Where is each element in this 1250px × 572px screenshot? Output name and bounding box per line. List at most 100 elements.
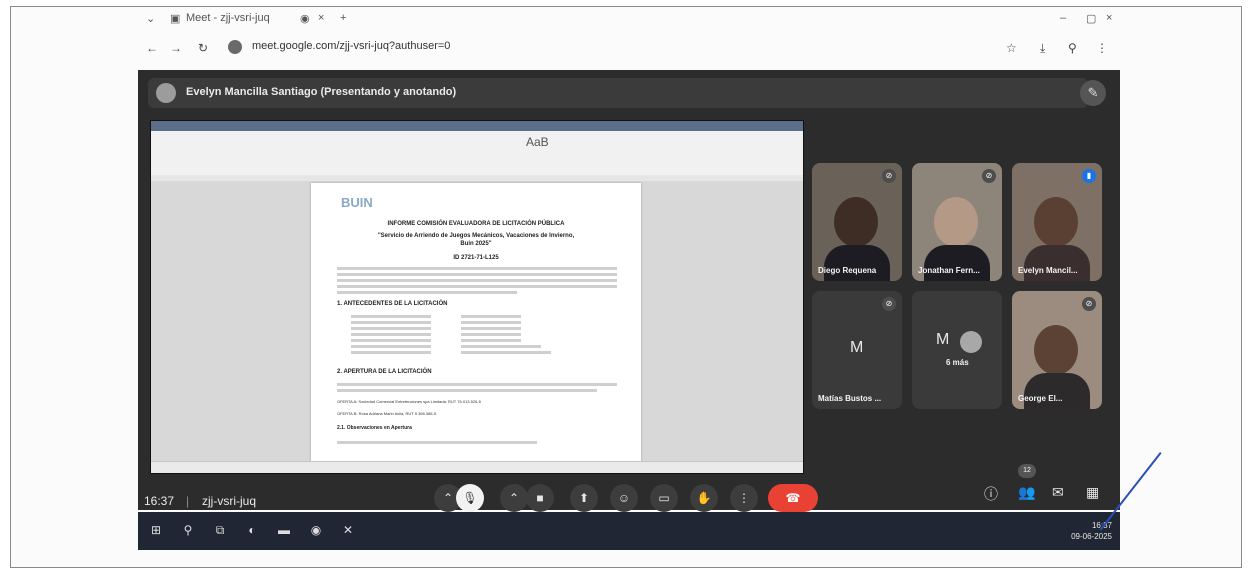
- document-logo: BUIN: [341, 195, 373, 210]
- participant-tile[interactable]: M 6 más: [912, 291, 1002, 409]
- mic-muted-icon: ⊘: [1082, 297, 1096, 311]
- raise-hand-button[interactable]: ✋: [690, 484, 718, 512]
- site-info-icon[interactable]: [228, 40, 242, 54]
- table-label-line: [351, 333, 431, 336]
- table-label-line: [351, 327, 431, 330]
- section-2-heading: 2. APERTURA DE LA LICITACIÓN: [337, 369, 432, 375]
- table-value-line: [461, 345, 541, 348]
- clock-date: 09-06-2025: [1071, 532, 1112, 541]
- windows-taskbar: ⊞ ⚲ ⧉ ◐ ▬ ◉ ✕ 16:37 09-06-2025: [138, 512, 1120, 550]
- leave-call-button[interactable]: ☎: [768, 484, 818, 512]
- tab-close-icon[interactable]: ×: [318, 12, 324, 24]
- shared-screen: AaB BUIN INFORME COMISIÓN EVALUADORA DE …: [150, 120, 804, 474]
- minimize-icon[interactable]: –: [1060, 12, 1066, 24]
- excel-icon[interactable]: ✕: [340, 522, 356, 538]
- more-options-button[interactable]: ⋮: [730, 484, 758, 512]
- speaking-indicator-icon: ▮: [1082, 169, 1096, 183]
- video-options-icon[interactable]: ⌃: [500, 484, 528, 512]
- maximize-icon[interactable]: ▢: [1086, 12, 1096, 25]
- presenter-avatar: [156, 83, 176, 103]
- paragraph-line: [337, 441, 537, 444]
- paragraph-line: [337, 383, 617, 386]
- table-value-line: [461, 333, 521, 336]
- participant-name: Jonathan Fern...: [918, 266, 980, 275]
- paragraph-line: [337, 291, 517, 294]
- download-icon[interactable]: ⤓: [1040, 41, 1045, 56]
- participant-initial: M: [850, 339, 864, 356]
- meet-favicon-icon: ▣: [170, 13, 181, 25]
- paragraph-line: [337, 279, 617, 282]
- paragraph-line: [337, 285, 617, 288]
- participant-name: George El...: [1018, 394, 1063, 403]
- chat-icon[interactable]: ✉: [1052, 484, 1064, 501]
- word-titlebar: [151, 121, 803, 131]
- table-label-line: [351, 315, 431, 318]
- participant-body: [924, 245, 990, 281]
- presenter-bar: Evelyn Mancilla Santiago (Presentando y …: [148, 78, 1088, 108]
- tile-background: [912, 291, 1002, 409]
- table-label-line: [351, 351, 431, 354]
- tab-dropdown-icon[interactable]: ⌄: [146, 12, 155, 25]
- task-view-icon[interactable]: ⧉: [212, 522, 228, 538]
- edge-browser-icon[interactable]: ◐: [244, 522, 260, 538]
- participant-tile[interactable]: ⊘ George El...: [1012, 291, 1102, 409]
- captions-button[interactable]: ▭: [650, 484, 678, 512]
- paragraph-line: [337, 273, 617, 276]
- new-tab-icon[interactable]: +: [340, 12, 346, 24]
- participant-video: [834, 197, 878, 247]
- forward-icon[interactable]: →: [170, 41, 182, 55]
- document-title: INFORME COMISIÓN EVALUADORA DE LICITACIÓ…: [387, 221, 565, 227]
- emoji-reactions-button[interactable]: ☺: [610, 484, 638, 512]
- participant-tile[interactable]: ⊘ Jonathan Fern...: [912, 163, 1002, 281]
- bookmark-star-icon[interactable]: ☆: [1006, 41, 1017, 55]
- people-icon[interactable]: 👥: [1018, 484, 1035, 501]
- windows-start-icon[interactable]: ⊞: [148, 522, 164, 538]
- participant-body: [824, 245, 890, 281]
- participant-tile[interactable]: M ⊘ Matías Bustos ...: [812, 291, 902, 409]
- meeting-info-icon[interactable]: ⓘ: [984, 484, 998, 504]
- offer-a: OFERTA A: Sociedad Comercial Entretencio…: [337, 399, 481, 404]
- paragraph-line: [337, 267, 617, 270]
- table-value-line: [461, 315, 521, 318]
- mic-muted-icon: ⊘: [982, 169, 996, 183]
- tab-title[interactable]: Meet - zjj-vsri-juq: [186, 12, 270, 24]
- extensions-icon[interactable]: ⚲: [1068, 41, 1077, 55]
- chrome-icon[interactable]: ◉: [308, 522, 324, 538]
- table-value-line: [461, 321, 521, 324]
- url-field[interactable]: meet.google.com/zjj-vsri-juq?authuser=0: [252, 40, 450, 52]
- back-icon[interactable]: ←: [146, 41, 158, 55]
- mic-muted-icon: ⊘: [882, 169, 896, 183]
- meeting-time: 16:37: [144, 494, 175, 508]
- participant-video: [1034, 325, 1078, 375]
- close-window-icon[interactable]: ×: [1106, 12, 1112, 24]
- browser-menu-icon[interactable]: ⋮: [1096, 41, 1108, 55]
- participant-tile[interactable]: ⊘ Diego Requena: [812, 163, 902, 281]
- address-bar: ← → ↻ meet.google.com/zjj-vsri-juq?authu…: [140, 34, 1120, 62]
- browser-tabbar: ⌄ ▣ Meet - zjj-vsri-juq ◉ × + – ▢ ×: [140, 8, 1120, 30]
- participant-avatar: [960, 331, 982, 353]
- mic-off-button[interactable]: 🎙: [456, 484, 484, 512]
- table-value-line: [461, 351, 551, 354]
- tab-audio-icon[interactable]: ◉: [300, 12, 310, 25]
- file-explorer-icon[interactable]: ▬: [276, 522, 292, 538]
- participant-body: [1024, 245, 1090, 281]
- meeting-info-separator: |: [186, 494, 190, 508]
- search-icon[interactable]: ⚲: [180, 522, 196, 538]
- meet-window: Evelyn Mancilla Santiago (Presentando y …: [138, 70, 1120, 512]
- participant-tile[interactable]: ▮ Evelyn Mancil...: [1012, 163, 1102, 281]
- paragraph-line: [337, 389, 597, 392]
- present-screen-button[interactable]: ⬆: [570, 484, 598, 512]
- reload-icon[interactable]: ↻: [198, 41, 208, 55]
- subsection-heading: 2.1. Observaciones en Apertura: [337, 425, 412, 431]
- participants-count-badge: 12: [1018, 464, 1036, 478]
- word-style-preview: AaB: [526, 135, 549, 149]
- annotate-pencil-icon[interactable]: ✎: [1080, 80, 1106, 106]
- more-participants-label: 6 más: [946, 358, 969, 367]
- mic-muted-icon: ⊘: [882, 297, 896, 311]
- word-ribbon: AaB: [151, 131, 803, 176]
- document-subtitle-1: "Servicio de Arriendo de Juegos Mecánico…: [377, 233, 575, 239]
- table-label-line: [351, 345, 431, 348]
- activities-icon[interactable]: ▦: [1086, 484, 1099, 501]
- section-1-heading: 1. ANTECEDENTES DE LA LICITACIÓN: [337, 301, 448, 307]
- camera-button[interactable]: ■: [526, 484, 554, 512]
